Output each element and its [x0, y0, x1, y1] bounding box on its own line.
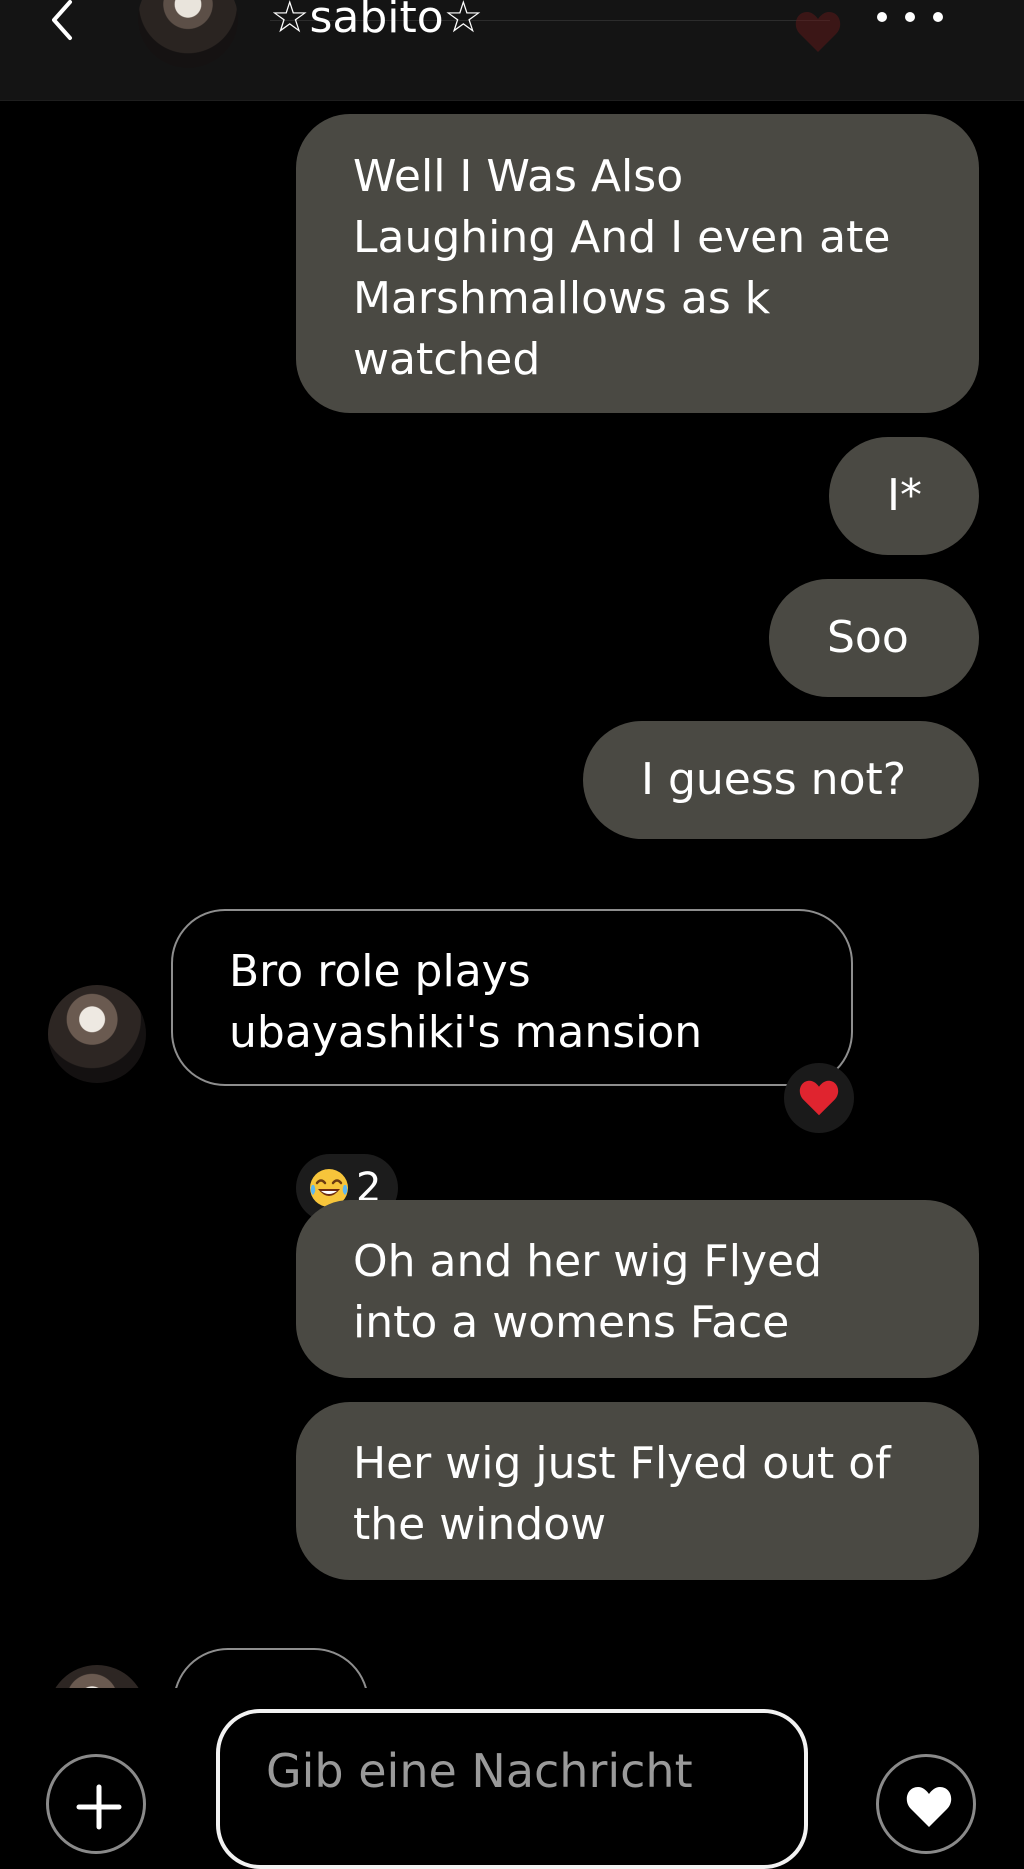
- outgoing-message[interactable]: Soo: [769, 579, 979, 697]
- more-options-button[interactable]: [870, 0, 950, 36]
- message-line: Well I Was Also: [353, 151, 684, 202]
- chevron-left-icon: [52, 0, 72, 40]
- message-line: Laughing And I even ate: [353, 212, 891, 263]
- back-button[interactable]: [40, 0, 90, 44]
- outgoing-message[interactable]: Oh and her wig Flyed into a womens Face: [296, 1200, 979, 1378]
- heart-icon: [799, 1080, 839, 1116]
- message-line: Soo: [827, 612, 909, 663]
- incoming-message[interactable]: Bro role plays ubayashiki's mansion: [171, 909, 853, 1086]
- message-line: I*: [887, 470, 922, 521]
- plus-icon: [76, 1784, 122, 1830]
- outgoing-message[interactable]: I*: [829, 437, 979, 555]
- message-line: watched: [353, 334, 541, 385]
- chat-header: ☆sabito☆: [0, 0, 1024, 101]
- contact-name[interactable]: ☆sabito☆: [270, 0, 483, 46]
- heart-icon: [794, 10, 842, 54]
- contact-avatar[interactable]: [138, 0, 238, 68]
- message-line: I guess not?: [641, 754, 907, 805]
- message-line: ubayashiki's mansion: [229, 1007, 703, 1058]
- message-line: Her wig just Flyed out of: [353, 1438, 891, 1489]
- message-input-placeholder: Gib eine Nachricht: [266, 1744, 693, 1798]
- message-input[interactable]: Gib eine Nachricht: [216, 1709, 808, 1869]
- sender-avatar[interactable]: [48, 985, 146, 1083]
- heart-icon: [906, 1787, 952, 1827]
- message-line: Marshmallows as k: [353, 273, 771, 324]
- message-line: Bro role plays: [229, 946, 531, 997]
- outgoing-message[interactable]: I guess not?: [583, 721, 979, 839]
- outgoing-message[interactable]: Well I Was Also Laughing And I even ate …: [296, 114, 979, 413]
- more-horizontal-icon: [877, 12, 943, 22]
- outgoing-message[interactable]: Her wig just Flyed out of the window: [296, 1402, 979, 1580]
- like-button[interactable]: [876, 1754, 976, 1854]
- add-attachment-button[interactable]: [46, 1754, 146, 1854]
- heart-reaction[interactable]: [784, 1063, 854, 1133]
- message-line: the window: [353, 1499, 607, 1550]
- message-line: Oh and her wig Flyed: [353, 1236, 823, 1287]
- message-line: into a womens Face: [353, 1297, 790, 1348]
